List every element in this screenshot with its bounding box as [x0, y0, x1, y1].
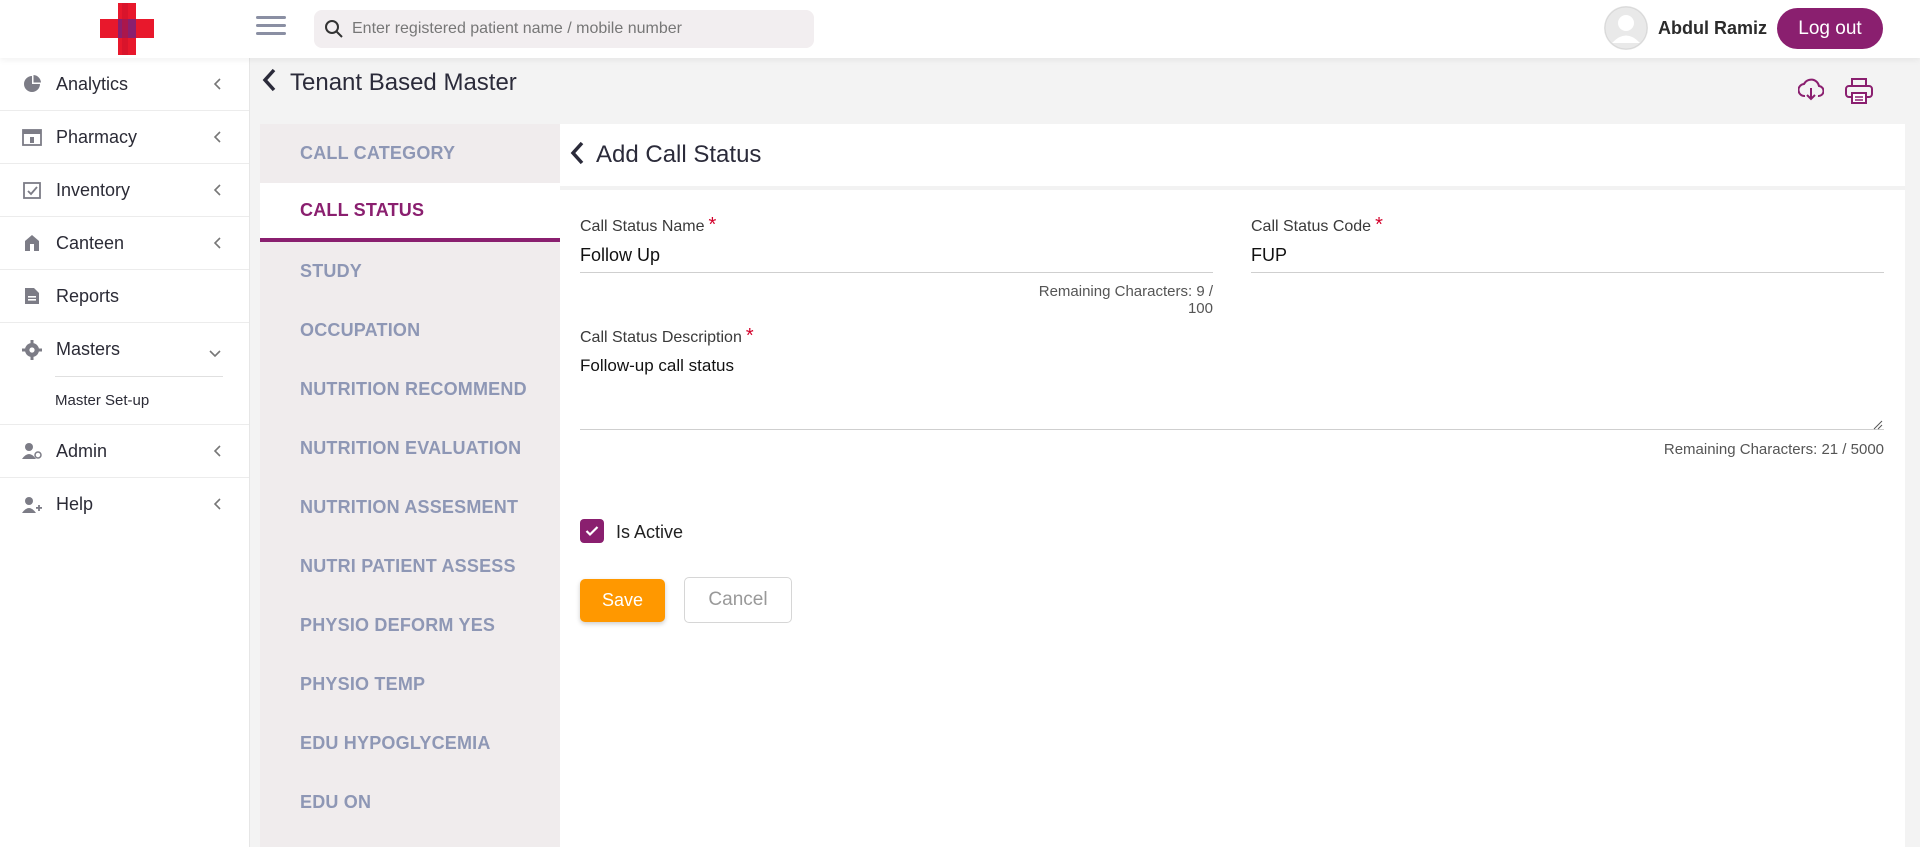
search-icon [325, 20, 343, 38]
save-button[interactable]: Save [580, 579, 665, 622]
chevron-left-icon [213, 497, 221, 515]
sidebar-item-inventory[interactable]: Inventory [0, 164, 249, 217]
call-status-name-label: Call Status Name * [580, 214, 717, 236]
back-arrow-icon[interactable] [570, 141, 584, 170]
description-remaining-chars: Remaining Characters: 21 / 5000 [1663, 441, 1884, 458]
tab-edu-hypoglycemia[interactable]: EDU HYPOGLYCEMIA [260, 714, 560, 773]
form-header: Add Call Status [560, 124, 1905, 190]
user-gear-icon [22, 441, 42, 461]
chevron-left-icon [213, 444, 221, 462]
download-icon[interactable] [1797, 78, 1825, 107]
clipboard-check-icon [22, 180, 42, 200]
search-input[interactable] [352, 20, 802, 38]
pie-chart-icon [22, 74, 42, 94]
sidebar-item-label: Help [56, 494, 94, 514]
sidebar-subitem-master-setup[interactable]: Master Set-up [0, 377, 249, 425]
avatar[interactable] [1604, 6, 1648, 50]
tab-physio-deform-yes[interactable]: PHYSIO DEFORM YES [260, 596, 560, 655]
back-arrow-icon[interactable] [262, 68, 276, 97]
hamburger-menu-icon[interactable] [256, 16, 286, 40]
patient-search [314, 10, 814, 48]
sidebar-item-reports[interactable]: Reports [0, 270, 249, 323]
logout-button[interactable]: Log out [1777, 8, 1883, 49]
call-status-form: Add Call Status Call Status Name* Remain… [560, 124, 1905, 847]
cancel-button[interactable]: Cancel [684, 577, 792, 623]
user-plus-icon [22, 495, 42, 515]
required-mark: * [745, 325, 754, 347]
sidebar-item-canteen[interactable]: Canteen [0, 217, 249, 270]
sidebar-item-label: Reports [56, 285, 120, 306]
chevron-left-icon [213, 77, 221, 95]
tab-nutrition-evaluation[interactable]: NUTRITION EVALUATION [260, 419, 560, 478]
pharmacy-icon [22, 127, 42, 147]
is-active-checkbox[interactable] [580, 519, 604, 543]
print-icon[interactable] [1845, 78, 1873, 109]
page-title: Tenant Based Master [290, 68, 517, 96]
checkmark-icon [585, 526, 599, 537]
required-mark: * [708, 214, 717, 236]
sidebar-item-analytics[interactable]: Analytics [0, 58, 249, 111]
tab-nutri-patient-assess[interactable]: NUTRI PATIENT ASSESS [260, 537, 560, 596]
sidebar-item-label: Inventory [56, 179, 131, 200]
sidebar-item-label: Masters [56, 339, 121, 359]
sidebar-item-masters[interactable]: Masters [0, 323, 249, 376]
hospital-cross-logo [100, 3, 154, 55]
sidebar-item-pharmacy[interactable]: Pharmacy [0, 111, 249, 164]
is-active-label: Is Active [616, 522, 684, 542]
user-name: Abdul Ramiz [1658, 18, 1768, 38]
tab-call-category[interactable]: CALL CATEGORY [260, 124, 560, 183]
required-mark: * [1375, 214, 1383, 236]
call-status-code-label: Call Status Code * [1251, 214, 1383, 236]
master-tabs: CALL CATEGORY CALL STATUS STUDY OCCUPATI… [260, 124, 560, 847]
chevron-left-icon [213, 130, 221, 148]
sidebar-item-label: Admin [56, 440, 108, 461]
sidebar-item-label: Canteen [56, 232, 125, 253]
top-header: Abdul Ramiz Log out [0, 0, 1920, 58]
sidebar-item-help[interactable]: Help [0, 478, 249, 531]
tab-edu-on[interactable]: EDU ON [260, 773, 560, 832]
chevron-left-icon [213, 183, 221, 201]
sidebar: Analytics Pharmacy Inventory Canteen Rep… [0, 58, 250, 847]
form-title: Add Call Status [596, 141, 762, 168]
sidebar-item-label: Pharmacy [56, 126, 138, 147]
sidebar-item-admin[interactable]: Admin [0, 425, 249, 478]
canteen-icon [22, 233, 42, 253]
document-icon [22, 286, 42, 306]
tab-call-status[interactable]: CALL STATUS [260, 183, 560, 242]
tab-study[interactable]: STUDY [260, 242, 560, 301]
chevron-down-icon [209, 345, 221, 363]
sidebar-item-label: Analytics [56, 73, 129, 94]
gear-icon [22, 339, 42, 360]
tab-physio-temp[interactable]: PHYSIO TEMP [260, 655, 560, 714]
call-status-name-input[interactable] [580, 245, 1213, 273]
tab-nutrition-assesment[interactable]: NUTRITION ASSESMENT [260, 478, 560, 537]
tab-occupation[interactable]: OCCUPATION [260, 301, 560, 360]
call-status-description-textarea[interactable]: Follow-up call status [580, 356, 1884, 430]
call-status-description-label: Call Status Description * [580, 325, 754, 347]
tab-nutrition-recommend[interactable]: NUTRITION RECOMMEND [260, 360, 560, 419]
call-status-code-input[interactable] [1251, 245, 1884, 273]
name-remaining-chars: Remaining Characters: 9 / 100 [1038, 283, 1213, 317]
resize-handle-icon[interactable] [1873, 417, 1883, 435]
page-title-bar: Tenant Based Master [262, 68, 517, 97]
chevron-left-icon [213, 236, 221, 254]
